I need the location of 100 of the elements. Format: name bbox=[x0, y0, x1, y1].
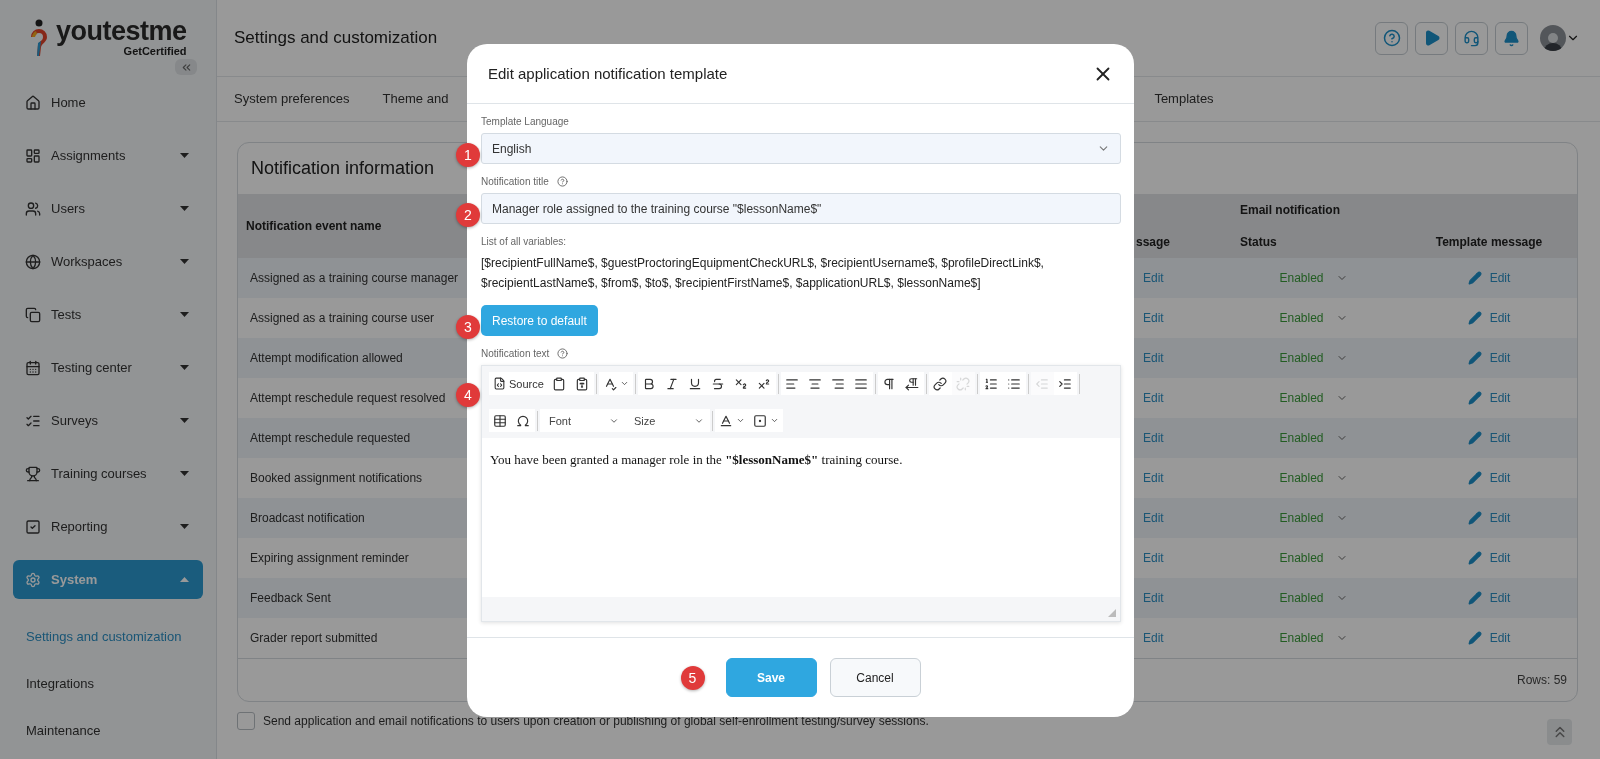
edit-link[interactable]: Edit bbox=[1489, 271, 1511, 285]
edit-link[interactable]: Edit bbox=[1143, 351, 1164, 365]
play-button[interactable] bbox=[1415, 21, 1448, 55]
table-cell-text: Assigned as a training course user bbox=[249, 311, 436, 325]
collapse-sidebar-button[interactable] bbox=[175, 59, 197, 75]
edit-link[interactable]: Edit bbox=[1143, 391, 1164, 405]
row-count: Rows: 59 bbox=[1516, 673, 1567, 687]
status-dropdown[interactable]: Enabled bbox=[1279, 311, 1348, 325]
strikethrough-icon bbox=[710, 376, 725, 391]
nav-item[interactable]: Users bbox=[13, 189, 203, 228]
status-dropdown[interactable]: Enabled bbox=[1279, 351, 1348, 365]
table-cell-text: Broadcast notification bbox=[249, 511, 366, 525]
save-button[interactable]: Save bbox=[725, 658, 817, 697]
toolbar-dropdown[interactable]: Font bbox=[540, 409, 625, 432]
nav-subitem[interactable]: Integrations bbox=[13, 660, 203, 707]
nav-item[interactable]: Training courses bbox=[13, 454, 203, 493]
toolbar-menu-button[interactable] bbox=[715, 409, 749, 432]
caret-icon bbox=[619, 379, 629, 388]
edit-link[interactable]: Edit bbox=[1489, 551, 1511, 565]
checkbox[interactable] bbox=[237, 712, 255, 730]
nav-item[interactable]: Tests bbox=[13, 295, 203, 334]
toolbar-menu-button[interactable] bbox=[598, 372, 633, 395]
edit-link[interactable]: Edit bbox=[1143, 271, 1164, 285]
headset-button[interactable] bbox=[1455, 21, 1488, 55]
pencil-icon bbox=[1467, 391, 1482, 405]
toolbar-button[interactable] bbox=[570, 372, 594, 395]
edit-link[interactable]: Edit bbox=[1143, 631, 1164, 645]
align-left-icon bbox=[784, 376, 799, 391]
toolbar-button[interactable] bbox=[637, 372, 661, 395]
table-cell-text: Assigned as a training course manager bbox=[249, 271, 460, 285]
toolbar-button[interactable] bbox=[900, 372, 924, 395]
status-dropdown[interactable]: Enabled bbox=[1279, 631, 1348, 645]
settings-tab[interactable]: System preferences bbox=[234, 77, 350, 121]
settings-tab[interactable]: Templates bbox=[1154, 77, 1214, 121]
text-color-icon bbox=[719, 413, 733, 428]
user-avatar[interactable] bbox=[1540, 25, 1566, 51]
title-input[interactable]: Manager role assigned to the training course "$lessonName$" bbox=[481, 193, 1121, 224]
toolbar-button[interactable] bbox=[752, 372, 776, 395]
edit-link[interactable]: Edit bbox=[1489, 591, 1511, 605]
status-dropdown[interactable]: Enabled bbox=[1279, 591, 1348, 605]
edit-link[interactable]: Edit bbox=[1143, 551, 1164, 565]
nav-item[interactable]: Testing center bbox=[13, 348, 203, 387]
pencil-icon bbox=[1467, 511, 1482, 525]
nav-item[interactable]: Reporting bbox=[13, 507, 203, 546]
toolbar-button[interactable] bbox=[780, 372, 804, 395]
toolbar-menu-button[interactable] bbox=[749, 409, 783, 432]
toolbar-button[interactable] bbox=[1053, 372, 1077, 395]
toolbar-button[interactable] bbox=[877, 372, 901, 395]
edit-link[interactable]: Edit bbox=[1489, 511, 1511, 525]
help-icon bbox=[1382, 29, 1401, 47]
status-dropdown[interactable]: Enabled bbox=[1279, 551, 1348, 565]
toolbar-button[interactable] bbox=[512, 409, 535, 432]
status-dropdown[interactable]: Enabled bbox=[1279, 431, 1348, 445]
edit-link[interactable]: Edit bbox=[1489, 471, 1511, 485]
edit-link[interactable]: Edit bbox=[1143, 591, 1164, 605]
edit-link[interactable]: Edit bbox=[1143, 311, 1164, 325]
help-icon[interactable] bbox=[557, 348, 569, 359]
edit-link[interactable]: Edit bbox=[1489, 351, 1511, 365]
status-dropdown[interactable]: Enabled bbox=[1279, 391, 1348, 405]
status-dropdown[interactable]: Enabled bbox=[1279, 511, 1348, 525]
rich-text-editor[interactable]: Source Font Size You have been granted a manager role in the "$lessonName$" training course. bbox=[481, 365, 1121, 622]
trophy-icon bbox=[25, 465, 41, 482]
nav-item[interactable]: Assignments bbox=[13, 136, 203, 175]
nav-item[interactable]: System bbox=[13, 560, 203, 599]
toolbar-button[interactable] bbox=[849, 372, 873, 395]
users-icon bbox=[25, 200, 41, 217]
align-justify-icon bbox=[853, 376, 868, 391]
toolbar-button[interactable] bbox=[489, 409, 512, 432]
edit-link[interactable]: Edit bbox=[1489, 431, 1511, 445]
caret-icon bbox=[736, 416, 745, 425]
status-dropdown[interactable]: Enabled bbox=[1279, 271, 1348, 285]
outdent-icon bbox=[1034, 376, 1049, 391]
nav-item[interactable]: Workspaces bbox=[13, 242, 203, 281]
nav-subitem[interactable]: Settings and customization bbox=[13, 613, 203, 660]
cancel-button[interactable]: Cancel bbox=[829, 658, 921, 697]
edit-link[interactable]: Edit bbox=[1143, 511, 1164, 525]
field-label: Notification text bbox=[481, 348, 550, 359]
toolbar-button[interactable] bbox=[979, 372, 1003, 395]
language-select[interactable]: English bbox=[481, 133, 1121, 164]
scroll-to-top-button[interactable] bbox=[1547, 719, 1572, 745]
edit-link[interactable]: Edit bbox=[1489, 631, 1511, 645]
source-button[interactable]: Source bbox=[489, 372, 548, 395]
page-title: Settings and customization bbox=[234, 28, 439, 48]
restore-default-button[interactable]: Restore to default bbox=[481, 305, 598, 336]
toolbar-button[interactable] bbox=[928, 372, 952, 395]
help-button[interactable] bbox=[1375, 21, 1408, 55]
edit-link[interactable]: Edit bbox=[1143, 431, 1164, 445]
nav-item[interactable]: Home bbox=[13, 83, 203, 122]
edit-link[interactable]: Edit bbox=[1489, 311, 1511, 325]
notifications-button[interactable] bbox=[1495, 21, 1528, 55]
settings-tab[interactable]: Theme and bbox=[382, 77, 449, 121]
nav-item[interactable]: Surveys bbox=[13, 401, 203, 440]
status-dropdown[interactable]: Enabled bbox=[1279, 471, 1348, 485]
toolbar-button[interactable] bbox=[1002, 372, 1026, 395]
edit-link[interactable]: Edit bbox=[1489, 391, 1511, 405]
edit-link[interactable]: Edit bbox=[1143, 471, 1164, 485]
align-right-icon bbox=[830, 376, 845, 391]
toolbar-dropdown[interactable]: Size bbox=[625, 409, 710, 432]
help-icon[interactable] bbox=[556, 176, 568, 187]
nav-subitem[interactable]: Maintenance bbox=[13, 707, 203, 754]
